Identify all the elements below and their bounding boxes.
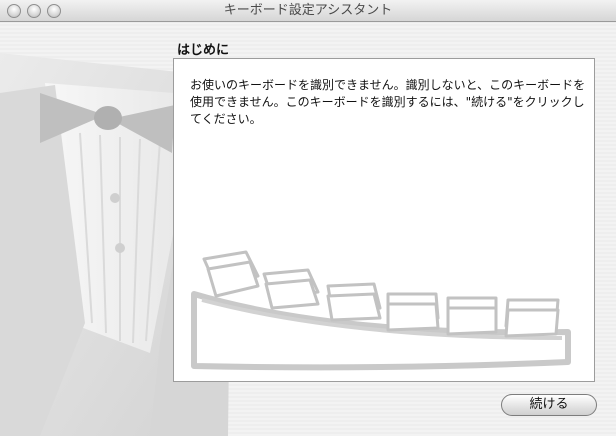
content-panel: お使いのキーボードを識別できません。識別しないと、このキーボードを使用できません… [173,58,595,382]
window-title: キーボード設定アシスタント [223,3,393,18]
assistant-content: はじめに お使いのキーボードを識別できません。識別しないと、このキーボードを使用… [0,23,616,436]
keyboard-illustration [191,250,571,371]
page-heading: はじめに [177,43,230,58]
instruction-text: お使いのキーボードを識別できません。識別しないと、このキーボードを使用できません… [190,78,586,126]
keyboard-setup-window: キーボード設定アシスタント はじめに お使いのキーボードを識別できません。識別し… [0,0,616,436]
continue-button[interactable]: 続ける [501,394,597,416]
title-bar[interactable]: キーボード設定アシスタント [0,0,616,22]
